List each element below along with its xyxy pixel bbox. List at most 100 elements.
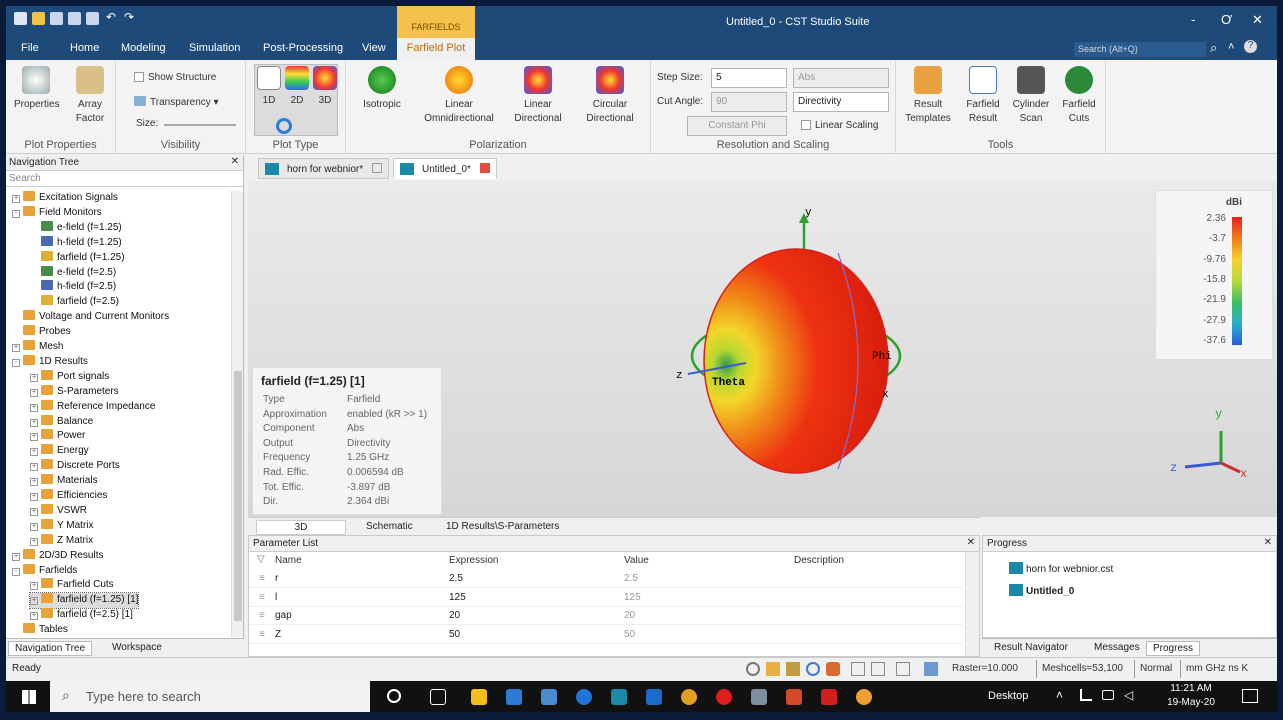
zoom-fit-icon[interactable]	[806, 662, 820, 676]
edge-icon[interactable]	[576, 689, 592, 705]
tab-3d[interactable]: 3D	[256, 520, 346, 535]
view-cube-icon[interactable]	[896, 662, 910, 676]
sticky-notes-icon[interactable]	[471, 689, 487, 705]
new-file-icon[interactable]	[14, 12, 27, 25]
minimize-button[interactable]: -	[1191, 12, 1195, 27]
tab-progress[interactable]: Progress	[1146, 641, 1201, 656]
expand-toggle-icon[interactable]: +	[30, 582, 38, 591]
tree-item[interactable]: h-field (f=2.5)	[30, 280, 116, 295]
expand-toggle-icon[interactable]: +	[30, 507, 38, 516]
tree-item[interactable]: farfield (f=2.5)	[30, 295, 119, 310]
save-icon[interactable]	[50, 12, 63, 25]
plot-2d-button[interactable]: 2D	[284, 66, 310, 108]
show-structure-checkbox[interactable]: Show Structure	[134, 72, 216, 83]
clock-date[interactable]: 19-May-20	[1166, 697, 1216, 708]
expand-toggle-icon[interactable]: -	[12, 358, 20, 367]
tree-item[interactable]: Probes	[12, 325, 71, 340]
undo-icon[interactable]: ↶	[106, 10, 119, 24]
tree-item[interactable]: + Efficiencies	[30, 489, 107, 504]
param-expr[interactable]: 20	[449, 610, 460, 621]
col-expression[interactable]: Expression	[449, 555, 498, 566]
powerpoint-icon[interactable]	[786, 689, 802, 705]
tree-item[interactable]: e-field (f=1.25)	[30, 220, 122, 236]
tree-item[interactable]: + Mesh	[12, 340, 63, 355]
expand-toggle-icon[interactable]: +	[12, 552, 20, 561]
expand-toggle-icon[interactable]: +	[30, 448, 38, 457]
linear-omni-button[interactable]: Linear Omnidirectional	[416, 66, 502, 126]
expand-toggle-icon[interactable]: +	[12, 195, 20, 203]
tree-item[interactable]: h-field (f=1.25)	[30, 235, 122, 251]
acrobat-icon[interactable]	[821, 689, 837, 705]
expand-toggle-icon[interactable]: +	[30, 418, 38, 427]
tree-item[interactable]: - 1D Results	[12, 354, 88, 370]
size-slider[interactable]	[164, 124, 236, 126]
parameter-list-close-button[interactable]: ✕	[967, 537, 975, 548]
print-icon[interactable]	[86, 12, 99, 25]
tab-post-processing[interactable]: Post-Processing	[263, 42, 343, 54]
cut-angle-input[interactable]: 90	[711, 92, 787, 112]
tree-item[interactable]: + Discrete Ports	[30, 459, 120, 474]
orbit-icon[interactable]	[276, 118, 292, 134]
zoom-icon[interactable]	[746, 662, 760, 676]
param-expr[interactable]: 125	[449, 592, 466, 603]
3d-viewport[interactable]: y z x Theta Phi y z x farfield (f=1.25) …	[248, 181, 1277, 517]
tree-item[interactable]: e-field (f=2.5)	[30, 265, 116, 281]
status-normal[interactable]: Normal	[1140, 663, 1172, 674]
tab-modeling[interactable]: Modeling	[121, 42, 166, 54]
wcs-icon[interactable]	[871, 662, 885, 676]
tray-chevron-icon[interactable]: ˄	[1056, 688, 1063, 702]
parameter-row[interactable]: ≡ gap 20 20	[249, 607, 963, 625]
tree-item[interactable]: farfield (f=1.25)	[30, 250, 125, 266]
tab-simulation[interactable]: Simulation	[189, 42, 240, 54]
isotropic-button[interactable]: Isotropic	[352, 66, 412, 112]
farfield-cuts-button[interactable]: Farfield Cuts	[1056, 66, 1102, 126]
tree-item[interactable]: + Z Matrix	[30, 533, 93, 549]
progress-close-button[interactable]: ✕	[1264, 537, 1272, 548]
desktop-toolbar[interactable]: Desktop	[988, 690, 1028, 702]
collapse-ribbon-icon[interactable]: ˄	[1228, 41, 1234, 53]
progress-item-untitled[interactable]: Untitled_0	[1009, 584, 1074, 597]
tree-item[interactable]: + Excitation Signals	[12, 191, 118, 206]
notifications-icon[interactable]	[1242, 689, 1258, 703]
windows-start-icon[interactable]	[22, 690, 36, 704]
chrome-icon[interactable]	[681, 689, 697, 705]
result-templates-button[interactable]: Result Templates	[902, 66, 954, 126]
tree-item[interactable]: + Materials	[30, 474, 98, 489]
status-units[interactable]: mm GHz ns K	[1186, 663, 1248, 674]
filter-icon[interactable]: ▽	[257, 554, 265, 565]
col-value[interactable]: Value	[624, 555, 649, 566]
save-all-icon[interactable]	[68, 12, 81, 25]
tree-item[interactable]: Voltage and Current Monitors	[12, 310, 169, 325]
expand-toggle-icon[interactable]: +	[30, 478, 38, 487]
navigation-search-input[interactable]: Search	[6, 171, 243, 187]
circular-directional-button[interactable]: Circular Directional	[578, 66, 642, 126]
expand-toggle-icon[interactable]: +	[30, 388, 38, 397]
expand-toggle-icon[interactable]: +	[30, 612, 38, 621]
tab-home[interactable]: Home	[70, 42, 99, 54]
tree-item[interactable]: + Farfield Cuts	[30, 578, 114, 593]
expand-toggle-icon[interactable]: +	[30, 433, 38, 442]
tab-result-navigator[interactable]: Result Navigator	[988, 641, 1074, 654]
volume-icon[interactable]: ◁	[1124, 688, 1133, 702]
fit-view-icon[interactable]	[786, 662, 800, 676]
expand-toggle-icon[interactable]: -	[12, 209, 20, 218]
linear-scaling-checkbox[interactable]: Linear Scaling	[801, 120, 878, 131]
parameter-row[interactable]: ≡ l 125 125	[249, 589, 963, 607]
tree-item[interactable]: +2D/3D Results	[12, 548, 103, 564]
tree-item[interactable]: + Y Matrix	[30, 518, 94, 534]
tab-workspace[interactable]: Workspace	[106, 641, 168, 654]
tab-view[interactable]: View	[362, 42, 386, 54]
transparency-dropdown[interactable]: Transparency ▾	[134, 96, 219, 108]
outlook-icon[interactable]	[646, 689, 662, 705]
farfield-result-button[interactable]: Farfield Result	[960, 66, 1006, 126]
tree-item[interactable]: - Field Monitors	[12, 205, 102, 221]
task-view-icon[interactable]	[430, 689, 446, 705]
store-icon[interactable]	[541, 689, 557, 705]
expand-toggle-icon[interactable]: +	[30, 522, 38, 531]
help-icon[interactable]: ?	[1244, 40, 1257, 53]
array-factor-button[interactable]: Array Factor	[70, 66, 110, 126]
doc-tab-horn[interactable]: horn for webnior*	[258, 158, 389, 179]
tree-item[interactable]: + VSWR	[30, 503, 87, 519]
tab-navigation-tree[interactable]: Navigation Tree	[8, 641, 93, 656]
tree-item[interactable]: + Energy	[30, 444, 89, 459]
